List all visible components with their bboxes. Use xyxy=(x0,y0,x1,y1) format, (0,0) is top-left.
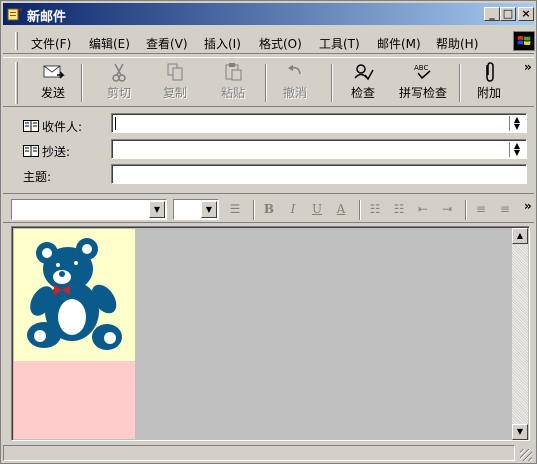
stationery-bear-pane xyxy=(14,229,135,361)
undo-button[interactable]: 撤消 xyxy=(275,62,315,104)
format-separator xyxy=(359,200,361,220)
cc-label: 抄送: xyxy=(42,145,71,159)
subject-field[interactable] xyxy=(111,164,527,184)
paste-button[interactable]: 粘贴 xyxy=(213,62,253,104)
undo-label: 撤消 xyxy=(282,86,307,100)
new-mail-icon xyxy=(7,7,22,21)
title-bar[interactable]: 新邮件 _ □ × xyxy=(3,3,534,25)
subject-label: 主题: xyxy=(23,170,52,184)
bold-button[interactable]: B xyxy=(259,200,279,218)
cc-scroll-arrows[interactable]: ▲ ▼ xyxy=(509,142,524,157)
cut-button[interactable]: 剪切 xyxy=(99,62,139,104)
to-scroll-arrows[interactable]: ▲ ▼ xyxy=(509,116,524,131)
menu-message[interactable]: 邮件(M) xyxy=(377,35,421,52)
menu-tools[interactable]: 工具(T) xyxy=(319,35,360,52)
paste-icon xyxy=(225,63,242,81)
to-field[interactable]: ▲ ▼ xyxy=(111,113,527,133)
paste-label: 粘贴 xyxy=(220,86,245,100)
decrease-indent-icon[interactable]: ⇤ xyxy=(413,200,433,218)
toolbar-more-chevron[interactable]: » xyxy=(524,60,532,74)
resize-grip-icon[interactable] xyxy=(520,449,532,461)
send-button[interactable]: 发送 xyxy=(33,62,73,104)
envelope-icon xyxy=(43,65,65,79)
spell-check-label: 拼写检查 xyxy=(398,86,447,100)
compose-window: 新邮件 _ □ × 文件(F) 编辑(E) 查看(V) 插入(I) 格式(O) … xyxy=(0,0,537,464)
cc-label-wrap[interactable]: 抄送: xyxy=(23,143,70,160)
vertical-scrollbar[interactable]: ▲ ▼ xyxy=(512,228,528,440)
paragraph-style-icon[interactable]: ☰ xyxy=(225,200,245,218)
align-center-icon[interactable]: ≡ xyxy=(495,200,515,218)
attach-button[interactable]: 附加 xyxy=(469,62,509,104)
spellcheck-icon-text: ABC xyxy=(414,64,428,72)
increase-indent-icon[interactable]: ⇥ xyxy=(437,200,457,218)
scissors-icon xyxy=(112,63,126,82)
chevron-down-icon[interactable]: ▼ xyxy=(149,201,165,218)
toolbar-grip[interactable] xyxy=(15,62,18,104)
teddy-bear-image xyxy=(27,238,122,350)
font-name-select[interactable]: ▼ xyxy=(11,199,167,220)
undo-icon xyxy=(288,65,301,75)
text-caret xyxy=(115,117,116,130)
format-more-chevron[interactable]: » xyxy=(524,199,532,213)
main-toolbar: 发送 剪切 复制 粘贴 撤消 检查 ABC 拼写检查 附加 » xyxy=(3,57,534,107)
menu-bar: 文件(F) 编辑(E) 查看(V) 插入(I) 格式(O) 工具(T) 邮件(M… xyxy=(3,28,535,54)
underline-button[interactable]: U xyxy=(307,200,327,218)
scroll-up-icon[interactable]: ▲ xyxy=(512,228,528,244)
address-book-icon xyxy=(23,120,39,132)
menu-grip[interactable] xyxy=(15,32,18,50)
menu-edit[interactable]: 编辑(E) xyxy=(89,35,130,52)
font-size-select[interactable]: ▼ xyxy=(173,199,219,220)
bullet-list-icon[interactable]: ☷ xyxy=(389,200,409,218)
check-names-label: 检查 xyxy=(350,86,375,100)
chevron-down-icon[interactable]: ▼ xyxy=(201,201,217,218)
status-bar xyxy=(3,445,534,463)
format-separator xyxy=(253,200,255,220)
paperclip-icon xyxy=(486,62,494,82)
check-names-icon xyxy=(354,64,374,81)
to-label: 收件人: xyxy=(42,120,83,134)
font-color-button[interactable]: A xyxy=(331,200,351,218)
copy-icon xyxy=(167,63,183,81)
toolbar-separator xyxy=(331,64,333,102)
spell-check-button[interactable]: ABC 拼写检查 xyxy=(393,62,453,104)
scroll-down-icon[interactable]: ▼ xyxy=(512,424,528,440)
cut-label: 剪切 xyxy=(106,86,131,100)
menu-insert[interactable]: 插入(I) xyxy=(204,35,241,52)
toolbar-separator xyxy=(459,64,461,102)
toolbar-separator xyxy=(81,64,83,102)
format-toolbar: ▼ ▼ ☰ B I U A ☷ ☷ ⇤ ⇥ ≡ ≡ » xyxy=(3,193,534,223)
address-book-icon xyxy=(23,145,39,157)
menu-help[interactable]: 帮助(H) xyxy=(436,35,478,52)
numbered-list-icon[interactable]: ☷ xyxy=(365,200,385,218)
attach-label: 附加 xyxy=(476,86,501,100)
spellcheck-icon: ABC xyxy=(414,64,431,80)
windows-logo-icon xyxy=(513,31,535,51)
close-button[interactable]: × xyxy=(518,7,534,21)
align-left-icon[interactable]: ≡ xyxy=(471,200,491,218)
status-pane xyxy=(3,445,515,461)
message-body[interactable]: ▲ ▼ xyxy=(11,226,530,441)
menu-view[interactable]: 查看(V) xyxy=(146,35,188,52)
italic-button[interactable]: I xyxy=(283,200,303,218)
message-header: 收件人: ▲ ▼ 抄送: ▲ ▼ 主题: xyxy=(3,109,534,191)
send-label: 发送 xyxy=(40,86,65,100)
toolbar-separator xyxy=(265,64,267,102)
copy-button[interactable]: 复制 xyxy=(155,62,195,104)
check-names-button[interactable]: 检查 xyxy=(343,62,383,104)
menu-format[interactable]: 格式(O) xyxy=(259,35,302,52)
minimize-button[interactable]: _ xyxy=(484,7,500,21)
menu-file[interactable]: 文件(F) xyxy=(31,35,71,52)
stationery-pink-pane xyxy=(14,361,135,439)
maximize-button[interactable]: □ xyxy=(500,7,516,21)
window-title: 新邮件 xyxy=(27,10,67,25)
to-label-wrap[interactable]: 收件人: xyxy=(23,118,82,135)
format-separator xyxy=(465,200,467,220)
cc-field[interactable]: ▲ ▼ xyxy=(111,139,527,159)
copy-label: 复制 xyxy=(162,86,187,100)
